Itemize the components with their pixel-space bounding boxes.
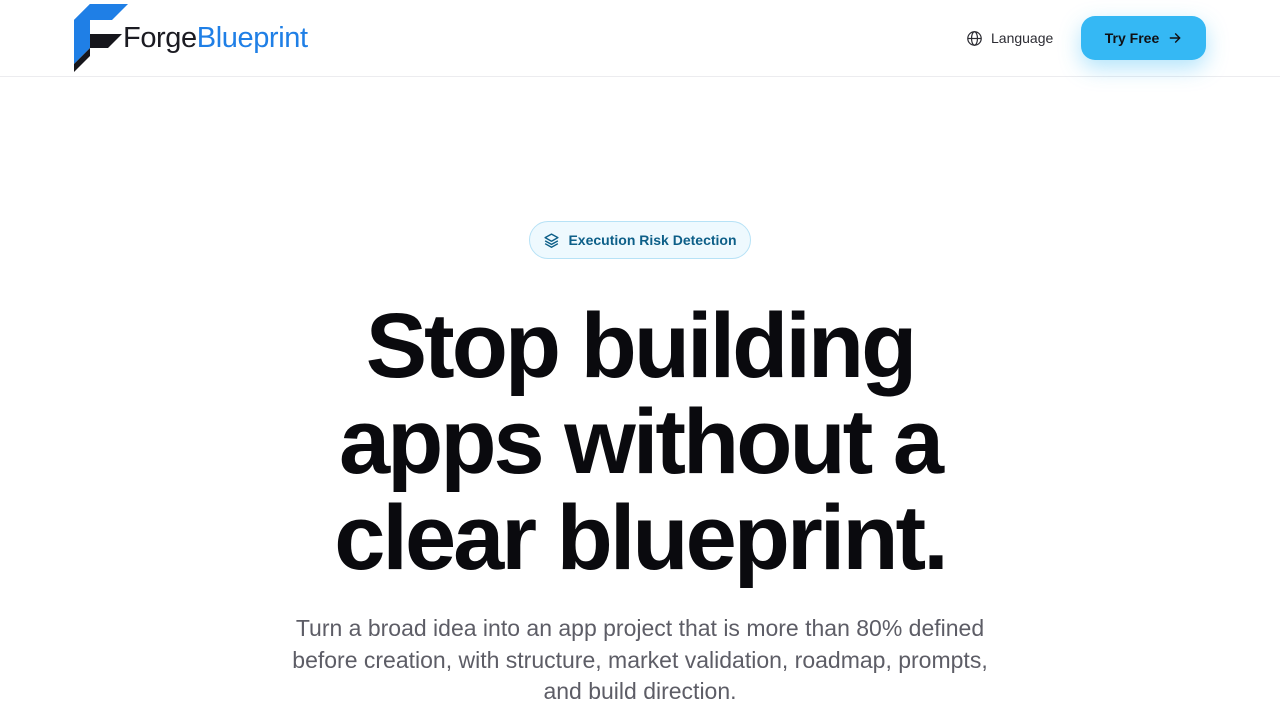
- feature-badge-label: Execution Risk Detection: [568, 232, 737, 248]
- try-free-label: Try Free: [1104, 30, 1160, 46]
- hero-title-line: clear blueprint.: [334, 487, 949, 589]
- hero-subtitle-line: and build direction.: [543, 678, 737, 704]
- layers-icon: [544, 232, 560, 248]
- feature-badge: Execution Risk Detection: [529, 221, 751, 259]
- hero-title: Stop building apps without a clear bluep…: [240, 298, 1040, 586]
- brand-logo-link[interactable]: ForgeBlueprint: [74, 4, 308, 72]
- forge-f-logo-icon: [74, 4, 128, 72]
- try-free-button[interactable]: Try Free: [1081, 16, 1206, 60]
- hero-subtitle: Turn a broad idea into an app project th…: [240, 613, 1040, 708]
- hero-subtitle-line: Turn a broad idea into an app project th…: [295, 615, 985, 641]
- hero-title-line: Stop building: [365, 295, 918, 397]
- brand-name-forge: Forge: [123, 22, 197, 54]
- brand-name: ForgeBlueprint: [123, 23, 308, 53]
- site-header: ForgeBlueprint Language Try Free: [0, 0, 1280, 77]
- language-label: Language: [991, 30, 1054, 46]
- globe-icon: [967, 30, 982, 46]
- language-selector[interactable]: Language: [966, 27, 1053, 49]
- brand-name-blueprint: Blueprint: [196, 22, 308, 54]
- hero-subtitle-line: before creation, with structure, market …: [292, 646, 988, 673]
- hero-title-line: apps without a: [339, 391, 944, 493]
- arrow-right-icon: [1169, 33, 1181, 43]
